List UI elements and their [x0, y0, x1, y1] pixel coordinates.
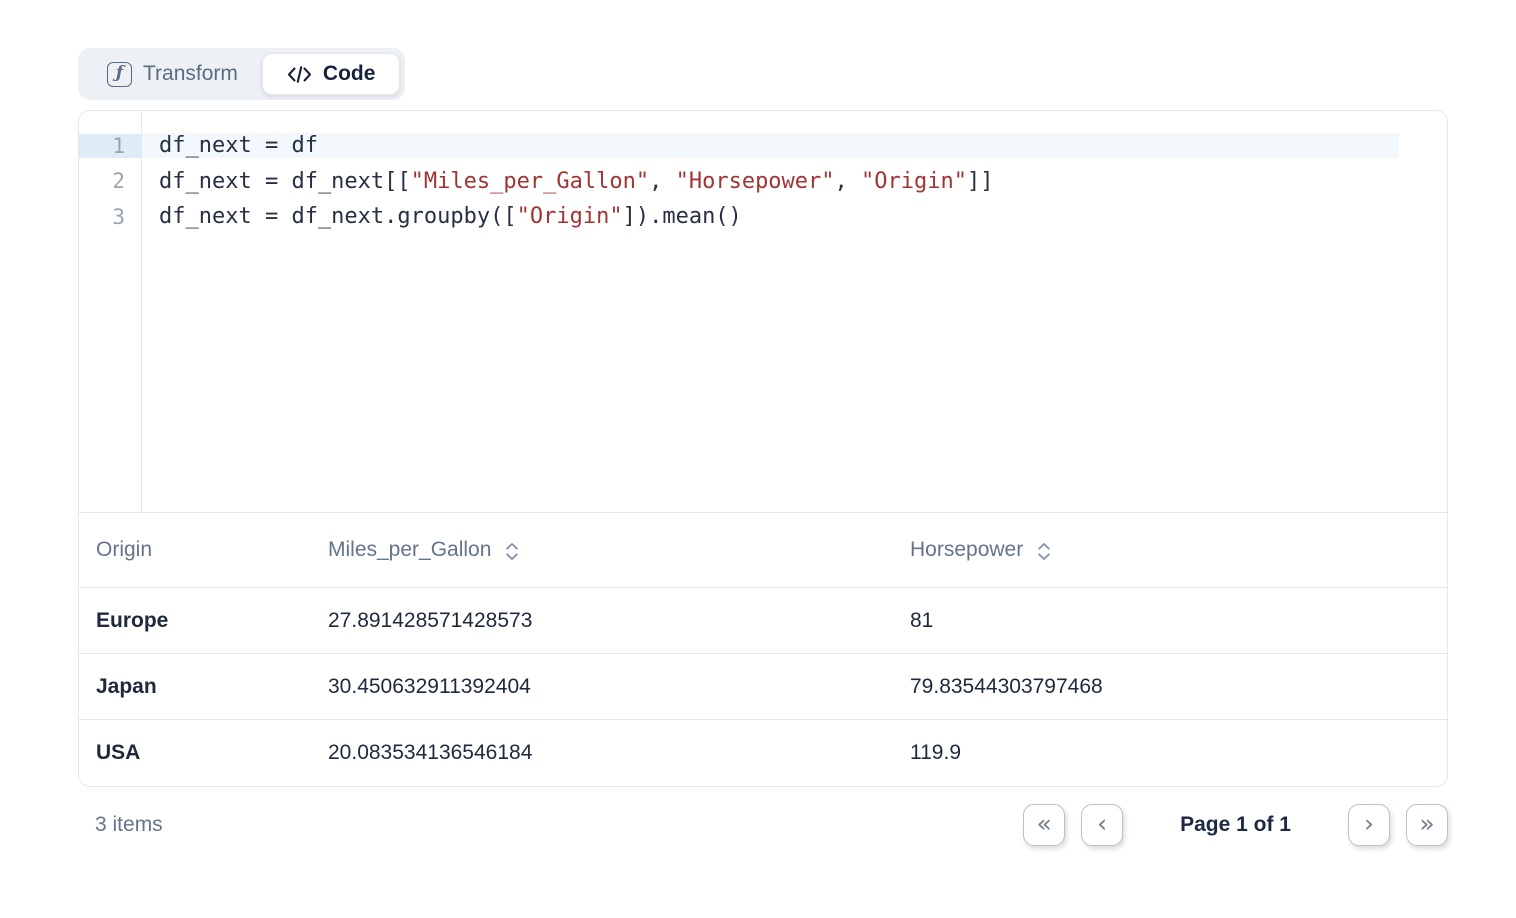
column-header-label: Origin: [96, 538, 152, 562]
table-cell: 119.9: [893, 741, 1447, 765]
table-header-row: Origin Miles_per_Gallon Horsepower: [79, 513, 1447, 588]
table-cell: 79.83544303797468: [893, 675, 1447, 699]
code-line[interactable]: 1 df_next = df: [79, 128, 1447, 164]
prev-page-button[interactable]: ‹: [1081, 804, 1123, 846]
result-table: OriginMiles_per_GallonHorsepower Europe2…: [79, 512, 1447, 786]
code-line-content: df_next = df_next[["Miles_per_Gallon", "…: [142, 169, 994, 194]
sort-icon[interactable]: [505, 540, 519, 561]
double-chevron-right-icon: »: [1419, 811, 1434, 836]
table-cell: USA: [79, 741, 311, 765]
first-page-button[interactable]: «: [1023, 804, 1065, 846]
column-header-label: Horsepower: [910, 538, 1023, 562]
sort-icon[interactable]: [1037, 540, 1051, 561]
function-icon: ƒ: [107, 62, 132, 87]
line-number: 1: [79, 134, 142, 158]
chevron-right-icon: ›: [1364, 811, 1374, 836]
page-indicator: Page 1 of 1: [1180, 813, 1291, 837]
items-count: 3 items: [78, 813, 163, 837]
code-brackets-icon: [287, 64, 312, 85]
string-token: "Miles_per_Gallon": [411, 169, 649, 194]
table-cell: 30.450632911392404: [311, 675, 893, 699]
main-panel: 1df_next = df2df_next = df_next[["Miles_…: [78, 110, 1448, 787]
column-header-horsepower[interactable]: Horsepower: [893, 538, 1447, 562]
view-switcher-tabbar: ƒ Transform Code: [78, 48, 405, 100]
table-cell: 20.083534136546184: [311, 741, 893, 765]
table-body: Europe27.89142857142857381Japan30.450632…: [79, 588, 1447, 786]
column-header-miles_per_gallon[interactable]: Miles_per_Gallon: [311, 538, 893, 562]
table-cell: Japan: [79, 675, 311, 699]
line-number: 3: [79, 205, 142, 229]
table-cell: 81: [893, 609, 1447, 633]
pagination: « ‹ Page 1 of 1 › »: [1023, 804, 1448, 846]
double-chevron-left-icon: «: [1036, 811, 1051, 836]
code-token: ]).mean(): [623, 204, 742, 229]
table-cell: Europe: [79, 609, 311, 633]
last-page-button[interactable]: »: [1406, 804, 1448, 846]
code-line[interactable]: 2df_next = df_next[["Miles_per_Gallon", …: [79, 164, 1447, 200]
code-token: ,: [835, 169, 862, 194]
line-number: 2: [79, 169, 142, 193]
column-header-origin: Origin: [79, 538, 311, 562]
tab-transform-label: Transform: [143, 62, 238, 86]
tab-code-label: Code: [323, 62, 376, 86]
code-token: df_next = df_next.groupby([: [159, 204, 517, 229]
next-page-button[interactable]: ›: [1348, 804, 1390, 846]
code-line-content: df_next = df_next.groupby(["Origin"]).me…: [142, 204, 742, 229]
code-line-content: df_next = df: [142, 133, 1399, 158]
chevron-left-icon: ‹: [1097, 811, 1107, 836]
code-token: ,: [649, 169, 676, 194]
code-token: df_next = df: [159, 133, 318, 158]
table-cell: 27.891428571428573: [311, 609, 893, 633]
table-footer: 3 items « ‹ Page 1 of 1 › »: [78, 804, 1448, 846]
table-row: Japan30.45063291139240479.83544303797468: [79, 654, 1447, 720]
table-row: Europe27.89142857142857381: [79, 588, 1447, 654]
string-token: "Origin": [861, 169, 967, 194]
code-token: df_next = df_next[[: [159, 169, 411, 194]
code-line[interactable]: 3df_next = df_next.groupby(["Origin"]).m…: [79, 199, 1447, 235]
code-editor[interactable]: 1df_next = df2df_next = df_next[["Miles_…: [79, 111, 1447, 512]
string-token: "Origin": [517, 204, 623, 229]
string-token: "Horsepower": [676, 169, 835, 194]
tab-code[interactable]: Code: [262, 53, 401, 95]
tab-transform[interactable]: ƒ Transform: [83, 53, 262, 95]
code-token: ]]: [967, 169, 994, 194]
column-header-label: Miles_per_Gallon: [328, 538, 491, 562]
table-row: USA20.083534136546184119.9: [79, 720, 1447, 786]
